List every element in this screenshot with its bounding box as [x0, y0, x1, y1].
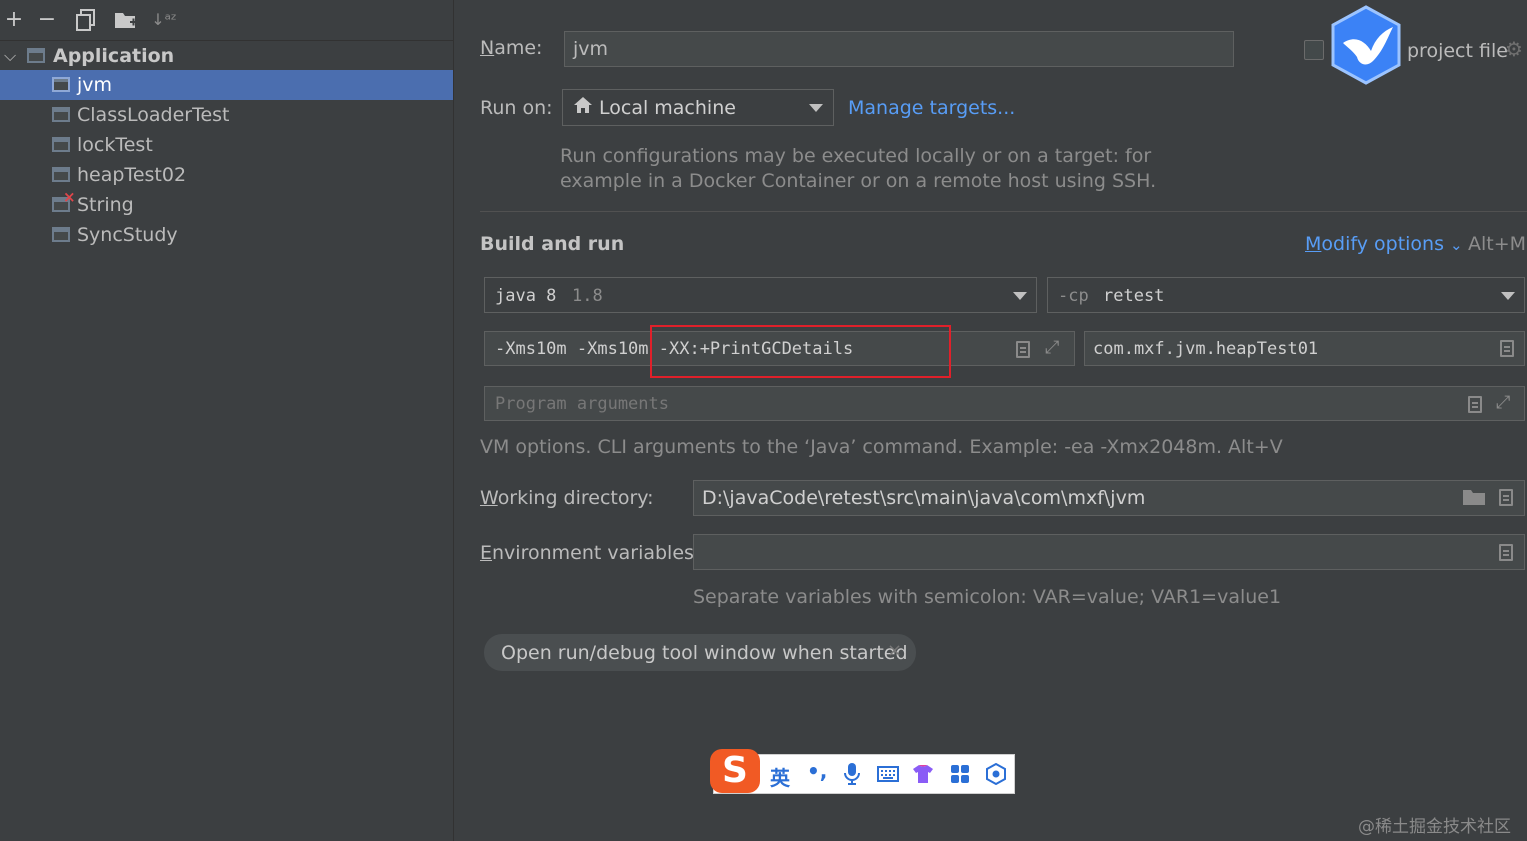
close-icon[interactable]: ×: [887, 640, 902, 661]
folder-icon[interactable]: [1462, 487, 1486, 512]
document-icon[interactable]: [1499, 544, 1513, 561]
shirt-icon[interactable]: [912, 764, 934, 789]
minus-icon[interactable]: −: [33, 6, 61, 34]
cp-value: retest: [1103, 286, 1165, 306]
working-directory-value: D:\javaCode\retest\src\main\java\com\mxf…: [702, 487, 1146, 509]
environment-variables-input[interactable]: [693, 534, 1525, 570]
ime-toolbar: S 英 •,: [710, 749, 1015, 794]
environment-variables-mnemonic: E: [480, 542, 493, 564]
document-icon[interactable]: [1016, 341, 1030, 358]
chevron-down-icon: ⌄: [1450, 236, 1463, 254]
keyboard-icon[interactable]: [877, 765, 899, 787]
tree-item-classloadertest[interactable]: ClassLoaderTest: [0, 100, 453, 130]
classpath-module-dropdown[interactable]: -cp retest: [1047, 277, 1525, 313]
watermark: @稀土掘金技术社区: [1358, 817, 1511, 837]
chevron-down-icon: [809, 104, 823, 112]
tree-item-label: heapTest02: [77, 164, 187, 186]
bird-logo-icon: [1329, 5, 1403, 85]
application-config-icon: [52, 77, 70, 92]
program-arguments-placeholder: Program arguments: [495, 394, 669, 414]
option-chip[interactable]: Open run/debug tool window when started …: [484, 634, 916, 671]
run-on-label: Run on:: [480, 97, 553, 119]
working-directory-input[interactable]: D:\javaCode\retest\src\main\java\com\mxf…: [693, 480, 1525, 516]
option-chip-label: Open run/debug tool window when started: [501, 642, 908, 664]
chevron-down-icon: [1013, 292, 1027, 300]
application-config-icon: [52, 107, 70, 122]
tree-group-application[interactable]: ⌵ Application: [0, 41, 453, 71]
run-on-hint-line2: example in a Docker Container or on a re…: [560, 170, 1157, 192]
gear-icon[interactable]: ⚙: [1505, 37, 1523, 61]
tree-item-label: ClassLoaderTest: [77, 104, 230, 126]
tree-item-label: jvm: [77, 74, 113, 96]
run-on-value: Local machine: [599, 97, 736, 119]
store-as-project-file-checkbox[interactable]: [1304, 40, 1324, 60]
microphone-icon[interactable]: [844, 763, 860, 790]
sogou-logo-icon[interactable]: S: [710, 749, 760, 793]
tree-item-string[interactable]: × String: [0, 188, 453, 220]
tree-item-jvm[interactable]: jvm: [0, 70, 453, 100]
tree-item-label: SyncStudy: [77, 224, 178, 246]
application-config-icon: [52, 137, 70, 152]
modify-options-link[interactable]: Modify options ⌄: [1305, 233, 1463, 255]
build-and-run-title: Build and run: [480, 233, 625, 255]
working-directory-label-rest: orking directory:: [497, 487, 654, 509]
modify-options-shortcut: Alt+M: [1468, 233, 1527, 255]
document-icon[interactable]: [1500, 340, 1514, 357]
error-x-icon: ×: [63, 188, 76, 206]
run-on-hint-line1: Run configurations may be executed local…: [560, 145, 1152, 167]
modify-options-rest: odify options: [1321, 233, 1444, 255]
environment-variables-hint: Separate variables with semicolon: VAR=v…: [693, 586, 1282, 608]
copy-icon[interactable]: [72, 6, 100, 34]
environment-variables-label: Environment variables:: [480, 542, 700, 564]
ime-language-toggle[interactable]: 英: [770, 762, 790, 791]
application-config-icon: [52, 167, 70, 182]
program-arguments-input[interactable]: Program arguments ⤢: [484, 386, 1525, 421]
name-label: Name:: [480, 37, 542, 59]
name-input-value: jvm: [573, 38, 609, 60]
sort-icon[interactable]: ↓ᵃᶻ: [150, 6, 178, 34]
document-icon[interactable]: [1468, 396, 1482, 413]
document-icon[interactable]: [1499, 489, 1513, 506]
run-config-tree-panel: + − ↓ᵃᶻ ⌵ Application jvm ClassLoaderTes…: [0, 0, 454, 841]
chevron-down-icon: [1501, 292, 1515, 300]
jdk-name: java 8: [495, 286, 557, 306]
name-label-rest: ame:: [494, 37, 543, 59]
expand-icon[interactable]: ⤢: [1496, 392, 1510, 413]
tree-item-label: lockTest: [77, 134, 153, 156]
application-config-icon: [52, 227, 70, 242]
chevron-down-icon[interactable]: ⌵: [4, 41, 16, 71]
vm-options-hint: VM options. CLI arguments to the ‘Java’ …: [480, 436, 1283, 458]
jdk-dropdown[interactable]: java 8 1.8: [484, 277, 1037, 313]
name-label-mnemonic: N: [480, 37, 495, 59]
name-input[interactable]: jvm: [564, 31, 1234, 67]
working-directory-label: Working directory:: [480, 487, 654, 509]
run-on-dropdown[interactable]: Local machine: [562, 89, 834, 126]
ime-punctuation-toggle[interactable]: •,: [807, 759, 827, 783]
cp-flag: -cp: [1058, 286, 1089, 306]
main-class-value: com.mxf.jvm.heapTest01: [1093, 339, 1319, 359]
manage-targets-link[interactable]: Manage targets...: [848, 97, 1015, 119]
store-as-project-file-label: project file: [1407, 40, 1508, 62]
home-icon: [573, 95, 593, 120]
section-divider: [480, 211, 1527, 212]
tree-toolbar: + − ↓ᵃᶻ: [0, 0, 453, 41]
jdk-version: 1.8: [572, 286, 603, 306]
new-folder-icon[interactable]: [112, 6, 140, 34]
environment-variables-label-rest: nvironment variables:: [492, 542, 701, 564]
highlight-box: [650, 325, 951, 378]
modify-options-mnemonic: M: [1305, 233, 1322, 255]
main-class-input[interactable]: com.mxf.jvm.heapTest01: [1084, 331, 1525, 366]
tree-item-label: String: [77, 194, 134, 216]
tree-group-label: Application: [53, 45, 175, 67]
working-directory-mnemonic: W: [480, 487, 498, 509]
tree-item-syncstudy[interactable]: SyncStudy: [0, 220, 453, 250]
plus-icon[interactable]: +: [0, 6, 28, 34]
application-config-icon: [27, 48, 45, 63]
tree-item-locktest[interactable]: lockTest: [0, 130, 453, 160]
expand-icon[interactable]: ⤢: [1045, 337, 1059, 358]
apps-icon[interactable]: [950, 764, 970, 789]
settings-icon[interactable]: [985, 762, 1007, 790]
